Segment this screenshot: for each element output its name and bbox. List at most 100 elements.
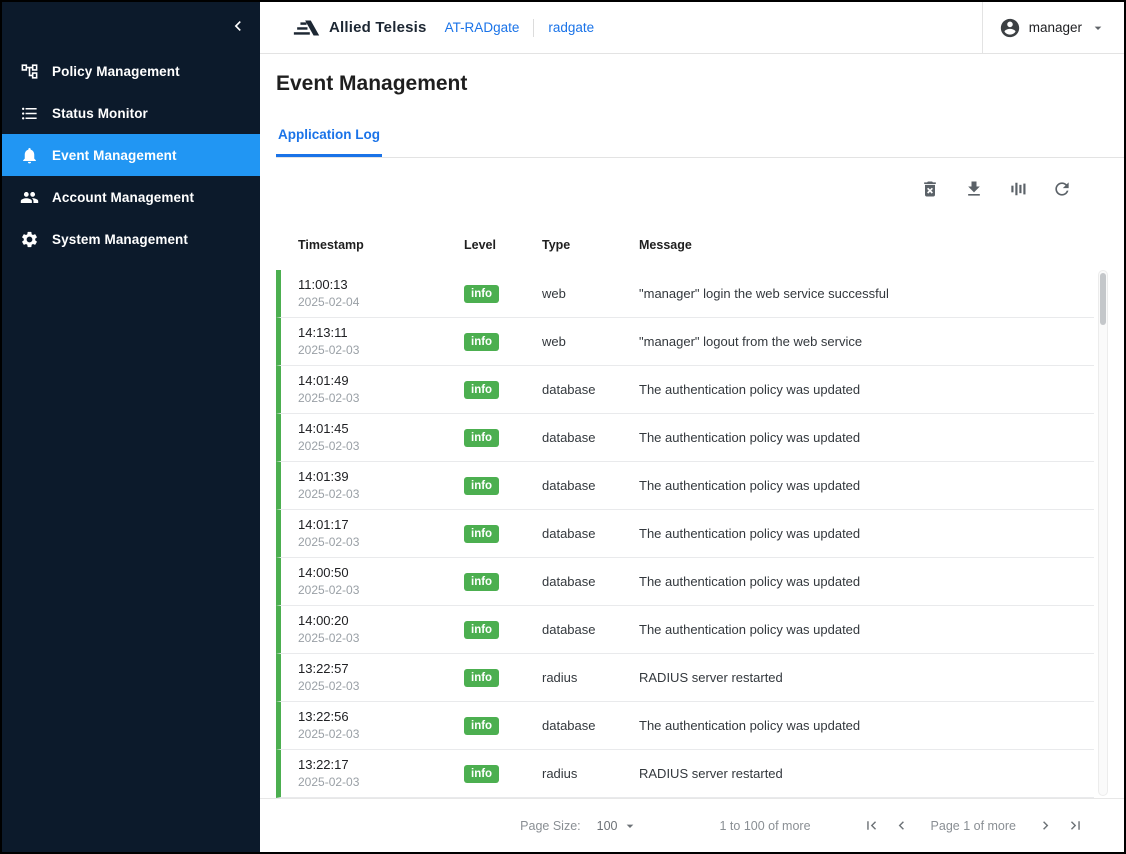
people-icon — [20, 188, 39, 207]
table-row[interactable]: 13:22:17 2025-02-03 info radius RADIUS s… — [276, 750, 1094, 798]
level-cell: info — [447, 524, 525, 543]
level-cell: info — [447, 284, 525, 303]
page-size-select[interactable]: 100 — [597, 818, 638, 834]
chevron-left-icon — [228, 16, 248, 36]
column-header-type[interactable]: Type — [525, 238, 622, 252]
event-log-table: Timestamp Level Type Message 11:00:13 20… — [276, 220, 1124, 798]
type-cell: database — [525, 478, 622, 493]
breadcrumb-product-link[interactable]: AT-RADgate — [445, 20, 520, 35]
column-header-level[interactable]: Level — [447, 238, 525, 252]
columns-filter-button[interactable] — [1008, 179, 1028, 199]
page-indicator-text: Page 1 of more — [931, 819, 1016, 833]
type-cell: web — [525, 334, 622, 349]
last-page-button[interactable] — [1067, 817, 1084, 834]
level-cell: info — [447, 332, 525, 351]
chevron-left-icon — [893, 817, 910, 834]
refresh-button[interactable] — [1052, 179, 1072, 199]
event-time: 13:22:56 — [298, 709, 447, 725]
breadcrumb-host-link[interactable]: radgate — [548, 20, 594, 35]
table-row[interactable]: 13:22:57 2025-02-03 info radius RADIUS s… — [276, 654, 1094, 702]
table-row[interactable]: 14:13:11 2025-02-03 info web "manager" l… — [276, 318, 1094, 366]
column-header-timestamp[interactable]: Timestamp — [281, 238, 447, 252]
message-cell: RADIUS server restarted — [622, 670, 1094, 685]
level-badge: info — [464, 429, 499, 447]
table-row[interactable]: 14:01:17 2025-02-03 info database The au… — [276, 510, 1094, 558]
event-date: 2025-02-03 — [298, 343, 447, 358]
page-size-label: Page Size: — [520, 819, 580, 833]
event-date: 2025-02-03 — [298, 679, 447, 694]
level-cell: info — [447, 620, 525, 639]
event-time: 14:01:39 — [298, 469, 447, 485]
message-cell: RADIUS server restarted — [622, 766, 1094, 781]
level-badge: info — [464, 525, 499, 543]
event-date: 2025-02-03 — [298, 631, 447, 646]
timestamp-cell: 14:01:39 2025-02-03 — [281, 469, 447, 502]
table-row[interactable]: 14:01:39 2025-02-03 info database The au… — [276, 462, 1094, 510]
sidebar: Policy Management Status Monitor Event M… — [2, 2, 260, 852]
table-row[interactable]: 13:22:56 2025-02-03 info database The au… — [276, 702, 1094, 750]
sidebar-item-status-monitor[interactable]: Status Monitor — [2, 92, 260, 134]
level-badge: info — [464, 765, 499, 783]
sidebar-item-label: Policy Management — [52, 64, 180, 79]
table-toolbar — [276, 158, 1124, 220]
event-time: 13:22:57 — [298, 661, 447, 677]
event-time: 11:00:13 — [298, 277, 447, 293]
topbar: Allied Telesis AT-RADgate radgate manage… — [260, 2, 1124, 54]
sidebar-item-account-management[interactable]: Account Management — [2, 176, 260, 218]
page-title: Event Management — [276, 54, 1124, 97]
table-row[interactable]: 14:01:49 2025-02-03 info database The au… — [276, 366, 1094, 414]
table-scrollbar[interactable] — [1098, 270, 1108, 796]
sidebar-collapse-button[interactable] — [228, 16, 248, 36]
first-page-button[interactable] — [863, 817, 880, 834]
table-row[interactable]: 14:00:50 2025-02-03 info database The au… — [276, 558, 1094, 606]
level-cell: info — [447, 764, 525, 783]
table-row[interactable]: 11:00:13 2025-02-04 info web "manager" l… — [276, 270, 1094, 318]
row-range-text: 1 to 100 of more — [720, 819, 811, 833]
sidebar-item-event-management[interactable]: Event Management — [2, 134, 260, 176]
type-cell: database — [525, 718, 622, 733]
level-cell: info — [447, 476, 525, 495]
event-date: 2025-02-03 — [298, 391, 447, 406]
message-cell: The authentication policy was updated — [622, 430, 1094, 445]
download-button[interactable] — [964, 179, 984, 199]
message-cell: The authentication policy was updated — [622, 574, 1094, 589]
event-date: 2025-02-04 — [298, 295, 447, 310]
table-row[interactable]: 14:01:45 2025-02-03 info database The au… — [276, 414, 1094, 462]
clear-log-button[interactable] — [920, 179, 940, 199]
policy-tree-icon — [20, 62, 39, 81]
timestamp-cell: 13:22:57 2025-02-03 — [281, 661, 447, 694]
timestamp-cell: 14:00:50 2025-02-03 — [281, 565, 447, 598]
sidebar-item-label: Account Management — [52, 190, 194, 205]
gear-icon — [20, 230, 39, 249]
event-date: 2025-02-03 — [298, 727, 447, 742]
tab-application-log[interactable]: Application Log — [276, 119, 382, 157]
user-menu[interactable]: manager — [982, 2, 1124, 53]
table-row[interactable]: 14:00:20 2025-02-03 info database The au… — [276, 606, 1094, 654]
message-cell: "manager" logout from the web service — [622, 334, 1094, 349]
timestamp-cell: 14:13:11 2025-02-03 — [281, 325, 447, 358]
scrollbar-thumb[interactable] — [1100, 273, 1106, 325]
status-list-icon — [20, 104, 39, 123]
main-column: Allied Telesis AT-RADgate radgate manage… — [260, 2, 1124, 852]
level-cell: info — [447, 668, 525, 687]
next-page-button[interactable] — [1037, 817, 1054, 834]
breadcrumb: AT-RADgate radgate — [445, 19, 595, 37]
type-cell: database — [525, 382, 622, 397]
previous-page-button[interactable] — [893, 817, 910, 834]
sidebar-item-label: System Management — [52, 232, 188, 247]
sidebar-item-policy-management[interactable]: Policy Management — [2, 50, 260, 92]
last-page-icon — [1067, 817, 1084, 834]
type-cell: radius — [525, 766, 622, 781]
timestamp-cell: 13:22:17 2025-02-03 — [281, 757, 447, 790]
level-badge: info — [464, 621, 499, 639]
event-time: 14:01:45 — [298, 421, 447, 437]
chevron-right-icon — [1037, 817, 1054, 834]
column-header-message[interactable]: Message — [622, 238, 1094, 252]
allied-telesis-logo — [292, 16, 322, 40]
type-cell: database — [525, 430, 622, 445]
page-size-value: 100 — [597, 819, 618, 833]
event-date: 2025-02-03 — [298, 583, 447, 598]
chevron-down-icon — [1090, 20, 1106, 36]
sidebar-item-system-management[interactable]: System Management — [2, 218, 260, 260]
table-body: 11:00:13 2025-02-04 info web "manager" l… — [276, 270, 1094, 798]
